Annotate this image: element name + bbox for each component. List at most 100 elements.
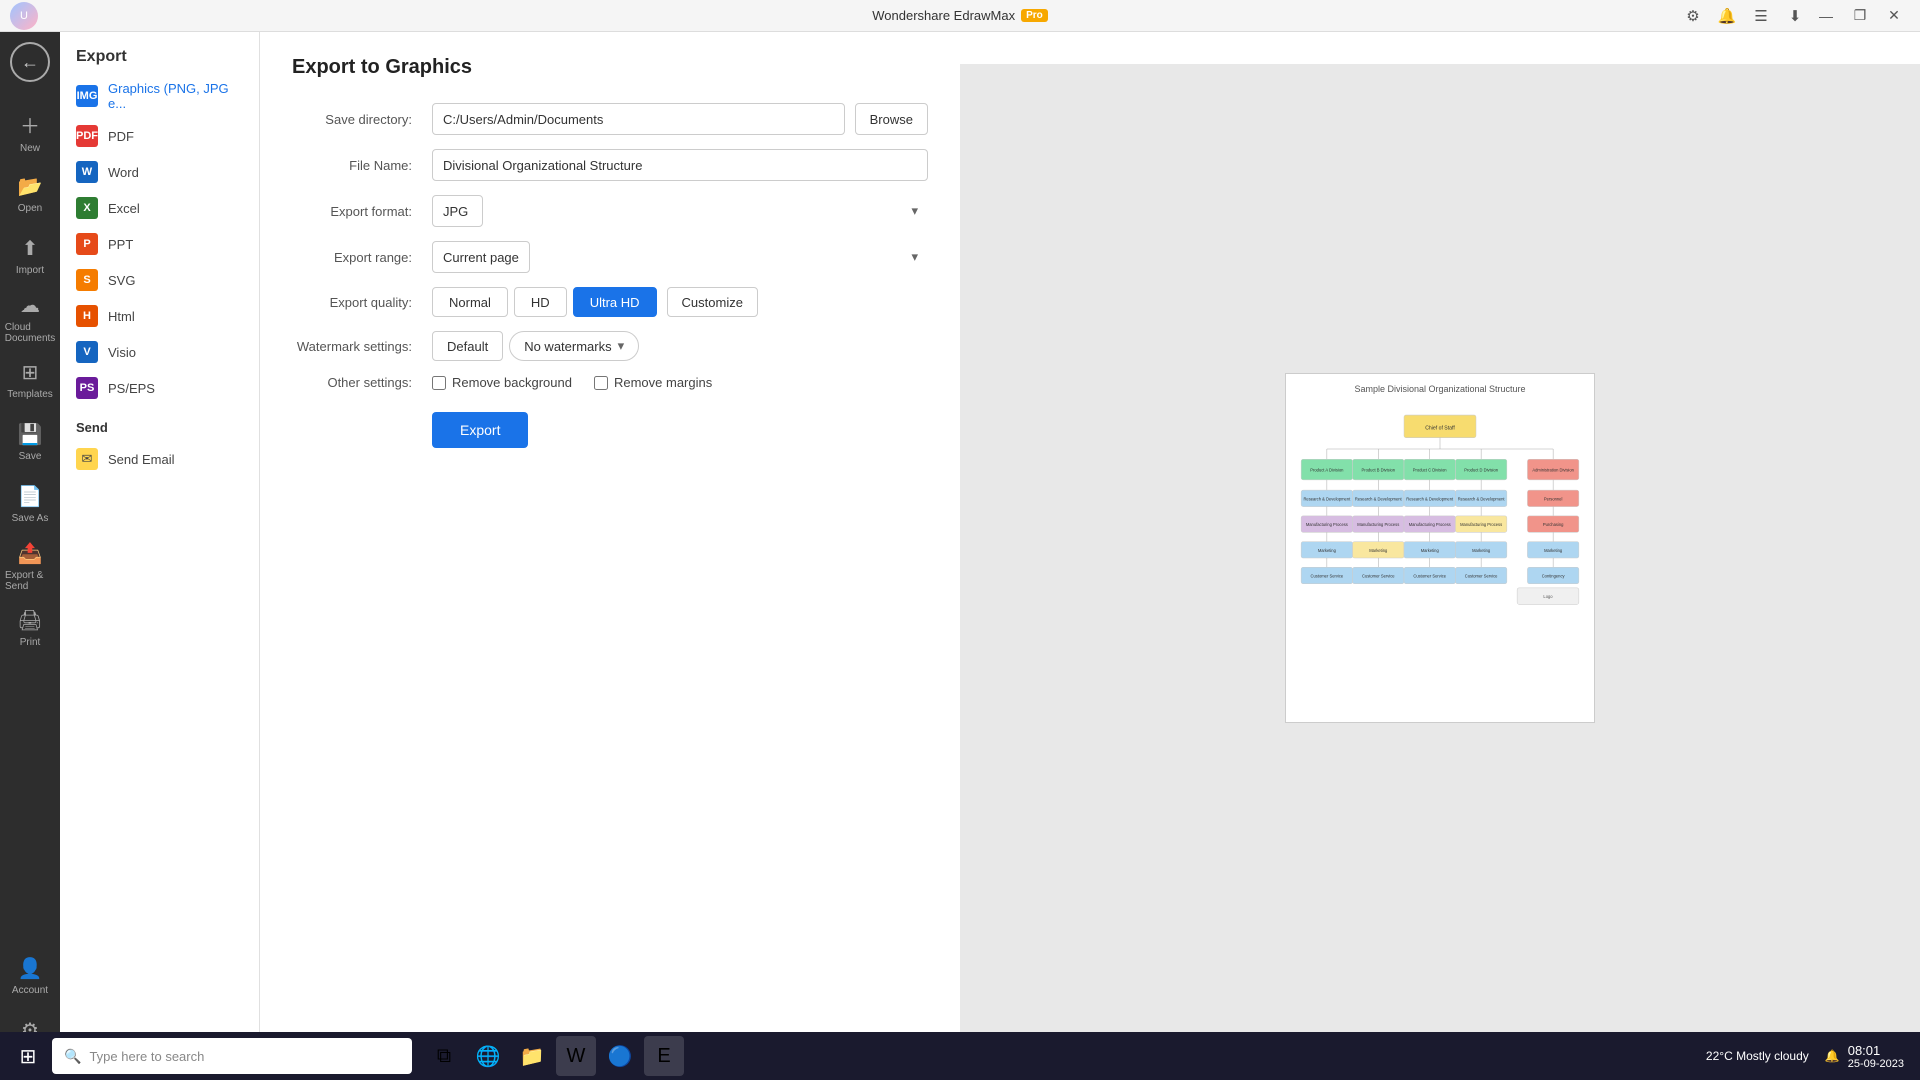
remove-margins-checkbox[interactable] (594, 376, 608, 390)
remove-background-checkbox[interactable] (432, 376, 446, 390)
export-panel: Export to Graphics Save directory: Brows… (260, 32, 960, 486)
svg-text:Contingency: Contingency (1542, 574, 1566, 579)
close-button[interactable]: ✕ (1878, 0, 1910, 32)
export-format-select[interactable]: JPG PNG BMP GIF TIFF (432, 195, 483, 227)
file-type-visio[interactable]: V Visio (60, 334, 259, 370)
remove-background-label[interactable]: Remove background (432, 375, 572, 390)
export-format-label: Export format: (292, 204, 422, 219)
file-name-input[interactable] (432, 149, 928, 181)
sidebar-item-import[interactable]: ⬆ Import (5, 226, 55, 286)
taskbar: ⊞ 🔍 Type here to search ⧉ 🌐 📁 W 🔵 E 22°C… (0, 1032, 1920, 1080)
saveas-icon: 📄 (18, 484, 43, 509)
app-title: Wondershare EdrawMax Pro (872, 8, 1048, 23)
visio-icon: V (76, 341, 98, 363)
minimize-button[interactable]: — (1810, 0, 1842, 32)
svg-text:Product C Division: Product C Division (1413, 468, 1448, 473)
notification-icon[interactable]: 🔔 (1712, 1, 1742, 31)
menu-icon[interactable]: ☰ (1746, 1, 1776, 31)
settings-icon[interactable]: ⚙ (1678, 1, 1708, 31)
export-icon: 📤 (18, 541, 43, 566)
sidebar-item-export[interactable]: 📤 Export & Send (5, 536, 55, 596)
file-type-pseps[interactable]: PS PS/EPS (60, 370, 259, 406)
save-directory-input[interactable] (432, 103, 845, 135)
file-type-excel[interactable]: X Excel (60, 190, 259, 226)
customize-button[interactable]: Customize (667, 287, 758, 317)
svg-text:Research & Development: Research & Development (1406, 496, 1454, 501)
svg-icon: S (76, 269, 98, 291)
export-quality-label: Export quality: (292, 295, 422, 310)
send-section-label: Send (60, 406, 259, 441)
file-type-svg[interactable]: S SVG (60, 262, 259, 298)
svg-text:Manufacturing Process: Manufacturing Process (1306, 522, 1348, 527)
svg-text:Personnel: Personnel (1544, 496, 1563, 501)
browse-button[interactable]: Browse (855, 103, 928, 135)
nav-import-label: Import (16, 265, 44, 276)
file-type-png[interactable]: IMG Graphics (PNG, JPG e... (60, 74, 259, 118)
svg-text:Marketing: Marketing (1421, 548, 1440, 553)
restore-button[interactable]: ❐ (1844, 0, 1876, 32)
watermark-select-button[interactable]: No watermarks (509, 331, 639, 361)
quality-normal-button[interactable]: Normal (432, 287, 508, 317)
user-avatar: U (10, 2, 38, 30)
save-directory-label: Save directory: (292, 112, 422, 127)
export-button[interactable]: Export (432, 412, 528, 448)
pro-badge: Pro (1021, 9, 1048, 22)
other-settings-label: Other settings: (292, 375, 422, 390)
send-email-item[interactable]: ✉ Send Email (60, 441, 259, 477)
taskbar-time: 08:01 (1848, 1043, 1904, 1058)
user-avatar-area: U (10, 2, 38, 30)
quality-hd-button[interactable]: HD (514, 287, 567, 317)
export-sidebar: Export IMG Graphics (PNG, JPG e... PDF P… (60, 32, 260, 1080)
nav-new-label: New (20, 143, 40, 154)
taskbar-search[interactable]: 🔍 Type here to search (52, 1038, 412, 1074)
taskbar-app-word[interactable]: W (556, 1036, 596, 1076)
file-type-pdf[interactable]: PDF PDF (60, 118, 259, 154)
sidebar-item-print[interactable]: 🖨 Print (5, 598, 55, 658)
svg-text:Marketing: Marketing (1369, 548, 1388, 553)
svg-text:Manufacturing Process: Manufacturing Process (1460, 522, 1502, 527)
taskbar-app-edge[interactable]: 🌐 (468, 1036, 508, 1076)
nav-saveas-label: Save As (12, 513, 49, 524)
svg-text:Customer Service: Customer Service (1311, 574, 1344, 579)
quality-group: Normal HD Ultra HD Customize (432, 287, 758, 317)
quality-ultrahd-button[interactable]: Ultra HD (573, 287, 657, 317)
taskbar-app-taskview[interactable]: ⧉ (424, 1036, 464, 1076)
download-icon[interactable]: ⬇ (1780, 1, 1810, 31)
preview-pane: Sample Divisional Organizational Structu… (960, 64, 1920, 1032)
file-name-label: File Name: (292, 158, 422, 173)
save-directory-row: Save directory: Browse (292, 103, 928, 135)
sidebar-item-open[interactable]: 📂 Open (5, 164, 55, 224)
start-button[interactable]: ⊞ (8, 1036, 48, 1076)
send-email-label: Send Email (108, 452, 174, 467)
back-button[interactable]: ← (10, 42, 50, 82)
file-type-html[interactable]: H Html (60, 298, 259, 334)
file-name-row: File Name: (292, 149, 928, 181)
nav-export-label: Export & Send (5, 570, 55, 592)
other-settings-group: Remove background Remove margins (432, 375, 712, 390)
export-range-select[interactable]: Current page All pages Selection (432, 241, 530, 273)
sidebar-item-saveas[interactable]: 📄 Save As (5, 474, 55, 534)
file-type-ppt[interactable]: P PPT (60, 226, 259, 262)
sidebar-item-save[interactable]: 💾 Save (5, 412, 55, 472)
taskbar-app-chrome[interactable]: 🔵 (600, 1036, 640, 1076)
sidebar-item-new[interactable]: ＋ New (5, 102, 55, 162)
svg-text:Product D Division: Product D Division (1464, 468, 1499, 473)
sidebar-item-cloud[interactable]: ☁ Cloud Documents (5, 288, 55, 348)
windows-logo: ⊞ (20, 1044, 37, 1069)
taskbar-app-edraw[interactable]: E (644, 1036, 684, 1076)
sidebar-item-account[interactable]: 👤 Account (5, 946, 55, 1006)
remove-margins-label[interactable]: Remove margins (594, 375, 712, 390)
svg-text:Manufacturing Process: Manufacturing Process (1357, 522, 1399, 527)
svg-text:Marketing: Marketing (1544, 548, 1563, 553)
sidebar-item-templates[interactable]: ⊞ Templates (5, 350, 55, 410)
taskbar-app-explorer[interactable]: 📁 (512, 1036, 552, 1076)
search-icon: 🔍 (64, 1048, 81, 1065)
watermark-default-button[interactable]: Default (432, 331, 503, 361)
taskbar-apps: ⧉ 🌐 📁 W 🔵 E (424, 1036, 684, 1076)
word-icon: W (76, 161, 98, 183)
send-email-icon: ✉ (76, 448, 98, 470)
main-content: Export to Graphics Save directory: Brows… (260, 32, 1920, 1080)
file-type-word[interactable]: W Word (60, 154, 259, 190)
pseps-label: PS/EPS (108, 381, 155, 396)
taskbar-weather: 22°C Mostly cloudy (1706, 1049, 1809, 1063)
